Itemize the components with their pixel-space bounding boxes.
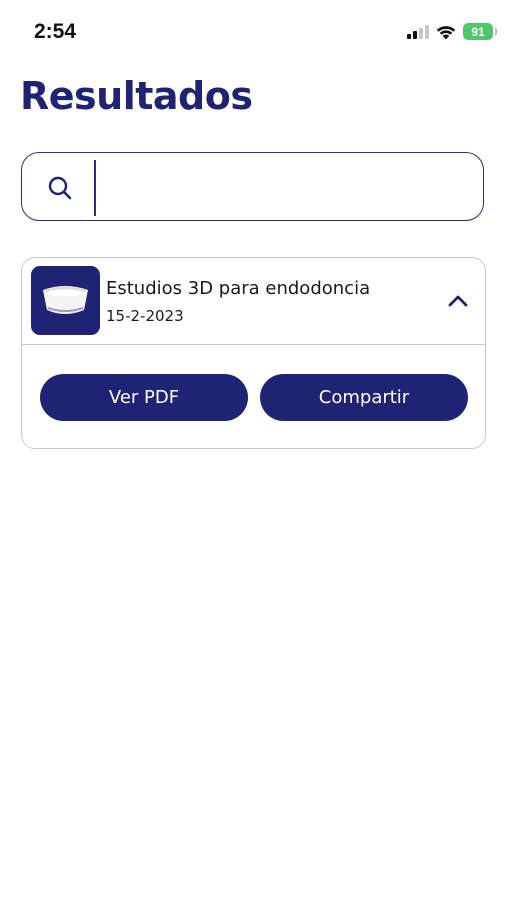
- wifi-icon: [436, 25, 456, 39]
- status-time: 2:54: [34, 20, 77, 43]
- result-card: Estudios 3D para endodoncia 15-2-2023 Ve…: [21, 257, 486, 449]
- search-box[interactable]: [21, 152, 484, 221]
- result-date: 15-2-2023: [106, 307, 184, 325]
- share-button[interactable]: Compartir: [260, 374, 468, 421]
- view-pdf-button[interactable]: Ver PDF: [40, 374, 248, 421]
- dental-tray-icon: [43, 286, 88, 314]
- battery-level: 91: [471, 24, 485, 39]
- signal-icon: [407, 24, 429, 39]
- text-caret: [94, 160, 96, 216]
- search-input[interactable]: [102, 163, 476, 213]
- battery-icon: 91: [463, 23, 497, 40]
- chevron-up-icon[interactable]: [447, 290, 469, 312]
- dental-scan-thumbnail: [31, 266, 100, 335]
- status-bar: 2:54 91: [0, 0, 507, 60]
- result-card-header[interactable]: Estudios 3D para endodoncia 15-2-2023: [22, 258, 485, 345]
- result-title: Estudios 3D para endodoncia: [106, 278, 371, 299]
- status-icons: 91: [407, 23, 497, 40]
- page-title: Resultados: [20, 74, 253, 118]
- search-icon: [48, 176, 72, 200]
